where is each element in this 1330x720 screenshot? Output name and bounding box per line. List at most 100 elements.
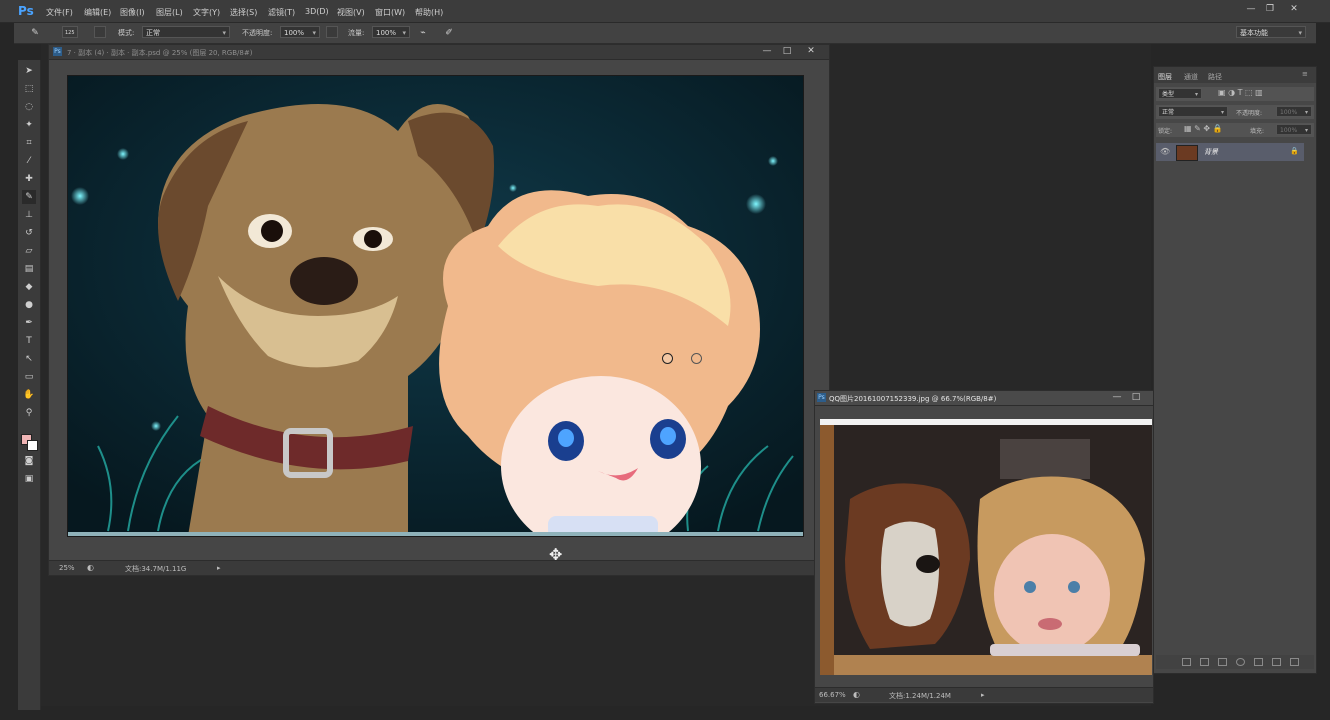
canvas-reference-photo[interactable] [820,419,1152,675]
zoom-level-reference[interactable]: 66.67% [819,691,846,699]
layer-style-icon[interactable] [1200,658,1209,666]
menu-image[interactable]: 图像(I) [120,7,145,18]
link-layers-icon[interactable] [1182,658,1191,666]
doc-close-icon[interactable]: ✕ [805,46,817,56]
close-icon[interactable]: ✕ [1288,4,1300,14]
zoom-level[interactable]: 25% [59,564,75,572]
opacity-field[interactable]: 100% [280,26,320,39]
minimize-icon[interactable]: — [1245,4,1257,14]
menu-help[interactable]: 帮助(H) [415,7,443,18]
healing-icon[interactable]: ✚ [22,172,36,186]
eraser-icon[interactable]: ▱ [22,244,36,258]
document-title: 7 · 副本 (4) · 副本 · 副本.psd @ 25% (图层 20, R… [67,49,253,57]
panel-opacity-label: 不透明度: [1236,110,1263,117]
panel-menu-icon[interactable]: ≡ [1302,70,1308,78]
menu-bar: Ps 文件(F) 编辑(E) 图像(I) 图层(L) 文字(Y) 选择(S) 滤… [0,0,1330,23]
menu-view[interactable]: 视图(V) [337,7,365,18]
layer-lock-icon: 🔒 [1290,147,1299,155]
lock-options-icon[interactable]: ▦ ✎ ✥ 🔒 [1184,124,1223,133]
status-menu-arrow-icon[interactable]: ▸ [217,564,221,572]
tab-channels[interactable]: 通道 [1184,72,1198,82]
background-color-swatch[interactable] [27,440,38,451]
canvas-illustration[interactable] [67,75,804,537]
visibility-eye-icon[interactable]: 👁 [1160,147,1170,156]
dodge-icon[interactable]: ● [22,298,36,312]
new-layer-icon[interactable] [1272,658,1281,666]
type-icon[interactable]: T [22,334,36,348]
hand-icon[interactable]: ✋ [22,388,36,402]
marquee-icon[interactable]: ⬚ [22,82,36,96]
document-tab[interactable]: Ps 7 · 副本 (4) · 副本 · 副本.psd @ 25% (图层 20… [49,45,829,60]
ps-file-icon: Ps [53,47,62,56]
crop-icon[interactable]: ⌗ [22,136,36,150]
eyedropper-icon[interactable]: ⁄ [22,154,36,168]
delete-layer-icon[interactable] [1290,658,1299,666]
path-select-icon[interactable]: ↖ [22,352,36,366]
doc2-minimize-icon[interactable]: — [1111,392,1123,402]
flow-field[interactable]: 100% [372,26,410,39]
panel-tab-bar: 图层 通道 路径 ≡ [1154,67,1316,83]
adjustment-layer-icon[interactable] [1236,658,1245,666]
document-window-reference: Ps QQ图片20161007152339.jpg @ 66.7%(RGB/8#… [814,390,1154,704]
document-size-reference: 文档:1.24M/1.24M [889,692,951,700]
brush-cursor-circle [662,353,673,364]
menu-select[interactable]: 选择(S) [230,7,257,18]
menu-layer[interactable]: 图层(L) [156,7,183,18]
brush-tool-preset-icon[interactable]: ✎ [28,26,42,40]
pressure-size-icon[interactable]: ✐ [442,26,456,40]
menu-type[interactable]: 文字(Y) [193,7,220,18]
workspace-dropdown[interactable]: 基本功能 [1236,26,1306,39]
lock-row: 锁定: ▦ ✎ ✥ 🔒 填充: 100% [1156,123,1314,137]
status-menu-arrow-icon[interactable]: ▸ [981,691,985,699]
pen-icon[interactable]: ✒ [22,316,36,330]
screen-mode-icon[interactable]: ▣ [22,472,36,486]
menu-file[interactable]: 文件(F) [46,7,73,18]
document-title-reference: QQ图片20161007152339.jpg @ 66.7%(RGB/8#) [829,395,997,403]
layers-panel: 图层 通道 路径 ≡ 类型 ▣ ◑ T ⬚ ▥ 正常 不透明度: 100% 锁定… [1153,66,1317,674]
zoom-icon[interactable]: ⚲ [22,406,36,420]
history-brush-icon[interactable]: ↺ [22,226,36,240]
brush-panel-toggle-icon[interactable] [94,26,106,38]
menu-edit[interactable]: 编辑(E) [84,7,111,18]
stamp-icon[interactable]: ⊥ [22,208,36,222]
menu-3d[interactable]: 3D(D) [305,7,329,16]
menu-window[interactable]: 窗口(W) [375,7,405,18]
fill-field[interactable]: 100% [1276,124,1312,137]
tab-layers[interactable]: 图层 [1158,72,1172,82]
brush-size-picker[interactable]: 125 [62,26,78,38]
brush-cursor-circle-secondary [691,353,702,364]
layer-row-background[interactable]: 👁 背景 🔒 [1156,143,1304,161]
status-bar-reference: 66.67% ◐ 文档:1.24M/1.24M ▸ [815,687,1153,702]
flow-label: 流量: [348,29,365,37]
filter-kind-dropdown[interactable]: 类型 [1158,88,1202,101]
blend-mode-dropdown[interactable]: 正常 [1158,106,1228,119]
document-size: 文档:34.7M/1.11G [125,565,187,573]
tab-paths[interactable]: 路径 [1208,72,1222,82]
blur-icon[interactable]: ◆ [22,280,36,294]
shape-icon[interactable]: ▭ [22,370,36,384]
layer-name[interactable]: 背景 [1204,147,1218,157]
doc-maximize-icon[interactable]: □ [781,46,793,56]
gradient-icon[interactable]: ▤ [22,262,36,276]
pressure-opacity-icon[interactable] [326,26,338,38]
brush-icon[interactable]: ✎ [22,190,36,204]
restore-icon[interactable]: ❐ [1264,4,1276,14]
menu-filter[interactable]: 滤镜(T) [268,7,295,18]
cartoon-dog-and-child-artwork [68,76,803,536]
mode-dropdown[interactable]: 正常 [142,26,230,39]
document-tab-reference[interactable]: Ps QQ图片20161007152339.jpg @ 66.7%(RGB/8#… [815,391,1153,406]
layer-mask-icon[interactable] [1218,658,1227,666]
airbrush-icon[interactable]: ⌁ [416,26,430,40]
toolbox: ➤ ⬚ ◌ ✦ ⌗ ⁄ ✚ ✎ ⊥ ↺ ▱ ▤ ◆ ● ✒ T ↖ ▭ ✋ ⚲ … [18,60,41,710]
status-info-icon[interactable]: ◐ [87,563,94,572]
move-icon[interactable]: ➤ [22,64,36,78]
new-group-icon[interactable] [1254,658,1263,666]
filter-pixel-icon[interactable]: ▣ ◑ T ⬚ ▥ [1218,88,1263,97]
lasso-icon[interactable]: ◌ [22,100,36,114]
status-info-icon[interactable]: ◐ [853,690,860,699]
magic-wand-icon[interactable]: ✦ [22,118,36,132]
panel-opacity-field[interactable]: 100% [1276,106,1312,119]
quick-mask-icon[interactable]: ◙ [22,454,36,468]
doc2-maximize-icon[interactable]: □ [1130,392,1142,402]
doc-minimize-icon[interactable]: — [761,46,773,56]
